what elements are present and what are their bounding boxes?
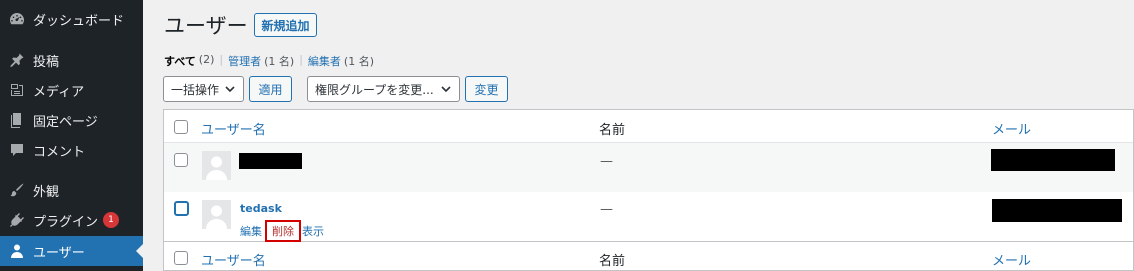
row-actions: 編集 削除 表示 bbox=[240, 220, 324, 242]
sidebar-item-media[interactable]: メディア bbox=[0, 75, 143, 105]
table-row: — bbox=[164, 143, 1133, 192]
users-table: ユーザー名 名前 メール — tedask 編集 削除 表示 — ユーザー名 名… bbox=[163, 109, 1134, 271]
row-checkbox[interactable] bbox=[174, 153, 188, 167]
sidebar-item-comments[interactable]: コメント bbox=[0, 135, 143, 165]
row-checkbox[interactable] bbox=[174, 201, 189, 216]
sidebar-item-label: コメント bbox=[33, 144, 86, 160]
media-icon bbox=[9, 82, 25, 98]
column-email[interactable]: メール bbox=[992, 119, 1031, 138]
sidebar-item-label: 固定ページ bbox=[33, 114, 98, 130]
sidebar-item-pages[interactable]: 固定ページ bbox=[0, 105, 143, 135]
column-email[interactable]: メール bbox=[992, 250, 1031, 269]
sidebar-item-users[interactable]: ユーザー bbox=[0, 236, 143, 266]
sidebar-item-label: 投稿 bbox=[33, 54, 60, 70]
select-all-checkbox[interactable] bbox=[174, 120, 188, 134]
chevron-down-icon bbox=[441, 86, 451, 93]
sidebar-item-label: プラグイン bbox=[33, 214, 99, 230]
edit-user-link[interactable]: 編集 bbox=[240, 223, 262, 239]
column-username[interactable]: ユーザー名 bbox=[201, 250, 266, 269]
page-title: ユーザー bbox=[164, 14, 248, 38]
column-username[interactable]: ユーザー名 bbox=[201, 119, 266, 138]
name-value: — bbox=[600, 154, 613, 169]
redacted-username bbox=[239, 153, 302, 169]
chevron-down-icon bbox=[225, 86, 235, 93]
update-count-badge: 1 bbox=[103, 212, 120, 228]
sidebar-item-label: ダッシュボード bbox=[33, 13, 125, 29]
sidebar-item-plugins[interactable]: プラグイン 1 bbox=[0, 205, 143, 235]
admin-sidebar: ダッシュボード 投稿 メディア 固定ページ コメント 外観 プラグイン 1 ユー… bbox=[0, 0, 143, 271]
filter-editor[interactable]: 編集者 bbox=[308, 53, 341, 69]
filter-separator: | bbox=[219, 53, 224, 66]
table-header-row: ユーザー名 名前 メール bbox=[164, 110, 1133, 143]
pin-icon bbox=[9, 52, 25, 68]
name-value: — bbox=[600, 202, 613, 217]
page-icon bbox=[9, 112, 25, 128]
view-user-link[interactable]: 表示 bbox=[302, 223, 324, 239]
main-content: ユーザー 新規追加 すべて (2) | 管理者 (1 名) | 編集者 (1 名… bbox=[143, 0, 1134, 271]
filter-admin[interactable]: 管理者 bbox=[228, 53, 261, 69]
change-role-button[interactable]: 変更 bbox=[465, 76, 508, 102]
filter-admin-count: (1 名) bbox=[264, 55, 295, 68]
sidebar-item-posts[interactable]: 投稿 bbox=[0, 45, 143, 75]
filter-editor-count: (1 名) bbox=[343, 55, 374, 68]
redacted-email bbox=[991, 149, 1115, 171]
column-name: 名前 bbox=[599, 254, 626, 269]
redacted-email bbox=[992, 199, 1122, 222]
bulk-action-select[interactable]: 一括操作 bbox=[163, 76, 244, 102]
filter-all[interactable]: すべて bbox=[164, 53, 196, 69]
plugin-icon bbox=[9, 212, 25, 228]
filter-separator: | bbox=[299, 53, 303, 66]
delete-user-link[interactable]: 削除 bbox=[265, 220, 301, 242]
change-role-value: 権限グループを変更... bbox=[315, 82, 434, 97]
username-link[interactable]: tedask bbox=[240, 202, 282, 215]
add-new-user-button[interactable]: 新規追加 bbox=[254, 13, 317, 37]
dashboard-icon bbox=[9, 11, 25, 27]
comment-icon bbox=[9, 142, 25, 158]
change-role-select[interactable]: 権限グループを変更... bbox=[307, 76, 460, 102]
column-name: 名前 bbox=[599, 123, 626, 138]
sidebar-item-appearance[interactable]: 外観 bbox=[0, 175, 143, 205]
filter-all-count: (2) bbox=[198, 53, 215, 66]
apply-button[interactable]: 適用 bbox=[249, 76, 292, 102]
role-filter-links: すべて (2) | 管理者 (1 名) | 編集者 (1 名) bbox=[164, 53, 374, 69]
table-footer-row: ユーザー名 名前 メール bbox=[164, 242, 1133, 271]
sidebar-item-label: 外観 bbox=[33, 184, 60, 200]
sidebar-item-label: ユーザー bbox=[33, 245, 85, 261]
sidebar-item-dashboard[interactable]: ダッシュボード bbox=[0, 4, 143, 34]
table-row: tedask 編集 削除 表示 — bbox=[164, 192, 1133, 242]
avatar bbox=[202, 200, 231, 229]
avatar bbox=[202, 151, 231, 180]
select-all-checkbox[interactable] bbox=[174, 251, 188, 265]
brush-icon bbox=[9, 182, 25, 198]
sidebar-item-label: メディア bbox=[33, 84, 85, 100]
bulk-action-value: 一括操作 bbox=[171, 82, 220, 97]
user-icon bbox=[9, 243, 25, 259]
